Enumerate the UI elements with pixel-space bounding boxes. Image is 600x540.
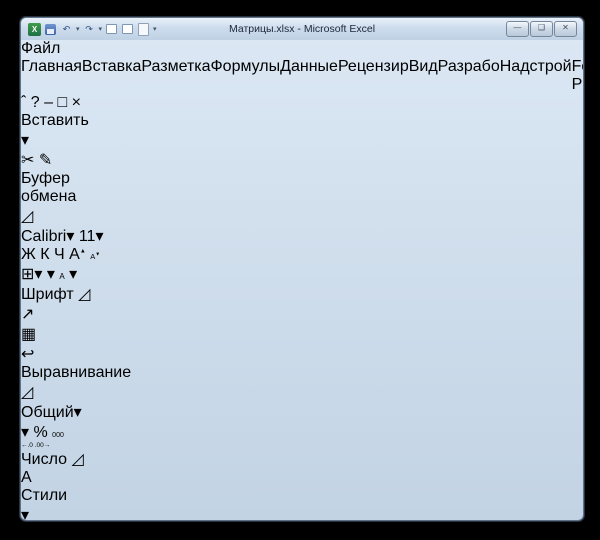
alignment-dialog-launcher-icon[interactable]: ◿ [21,384,33,401]
styles-label: Стили [21,487,68,504]
number-group: Общий▾ ▾ % 000 ←.0 .00→ Число ◿ [21,402,87,469]
styles-button[interactable]: A Стили ▾ [21,469,67,521]
ribbon-tab-3[interactable]: Формулы [211,58,281,94]
alignment-group-label: Выравнивание [21,364,132,381]
ribbon-tab-6[interactable]: Вид [409,58,438,94]
currency-format-button[interactable]: ▾ [21,424,29,441]
font-name-value: Calibri [21,228,67,245]
title-bar: X ↶ ▾ ↷ ▾ ▾ Матрицы.xlsx - Microsoft Excel… [21,18,583,40]
alignment-group: ↗ ▦ ↩ Выравнивание ◿ [21,304,131,402]
ribbon-tab-5[interactable]: Рецензир [338,58,409,94]
clipboard-dialog-launcher-icon[interactable]: ◿ [21,208,33,225]
workbook-close-icon[interactable]: × [72,94,81,111]
window-controls: — ❑ ✕ [506,21,577,37]
clipboard-group: Вставить ▾ ✂ ✎ Буфер обмена ◿ [21,112,93,226]
close-button[interactable]: ✕ [554,21,577,37]
ribbon-tabs: Главная Вставка Разметка Формулы Данные Рецен… [21,58,583,94]
font-size-value: 11 [78,228,96,245]
styles-arrow-icon: ▾ [21,507,30,521]
font-color-a-icon: А [59,272,65,281]
help-icon[interactable]: ? [31,94,40,111]
paste-label: Вставить [21,112,89,129]
workbook-restore-icon[interactable]: □ [58,94,68,111]
font-dialog-launcher-icon[interactable]: ◿ [78,286,90,303]
paste-arrow-icon: ▾ [21,132,30,149]
workbook-minimize-icon[interactable]: – [44,94,53,111]
number-group-label: Число [21,451,68,468]
shrink-font-button[interactable]: А▼ [90,252,100,262]
percent-format-button[interactable]: % [33,424,47,441]
number-format-select[interactable]: Общий▾ [21,404,82,421]
comma-format-button[interactable]: 000 [52,432,64,439]
ribbon-tab-4[interactable]: Данные [280,58,338,94]
merge-center-button[interactable]: ▦ [21,326,36,343]
ribbon-corner-controls: ˆ ? – □ × [21,94,583,112]
ribbon-tab-0[interactable]: Главная [21,58,82,94]
font-color-button[interactable]: А [59,266,69,283]
ribbon-tab-2[interactable]: Разметка [141,58,210,94]
file-tab[interactable]: Файл [21,40,60,57]
number-dialog-launcher-icon[interactable]: ◿ [71,451,83,468]
underline-button[interactable]: Ч [54,246,65,263]
cut-button[interactable]: ✂ [21,152,34,169]
styles-a-icon: A [21,469,31,486]
ribbon-tab-8[interactable]: Надстрой [500,58,572,94]
paste-button[interactable]: Вставить ▾ [21,112,93,150]
excel-window: X ↶ ▾ ↷ ▾ ▾ Матрицы.xlsx - Microsoft Excel… [20,17,584,521]
number-format-value: Общий [21,404,74,421]
decrease-decimal-button[interactable]: .00→ [35,442,51,449]
maximize-button[interactable]: ❑ [530,21,553,37]
ribbon-tab-7[interactable]: Разрабо [438,58,500,94]
increase-decimal-button[interactable]: ←.0 [21,442,33,449]
minimize-button[interactable]: — [506,21,529,37]
ribbon-tab-9[interactable]: Foxit PDF [572,58,583,94]
wrap-text-button[interactable]: ↩ [21,346,34,363]
grow-font-button[interactable]: А▲ [69,246,86,263]
borders-button[interactable]: ⊞ [21,266,34,283]
font-size-select[interactable]: 11▾ [79,228,104,245]
window-title: Матрицы.xlsx - Microsoft Excel [228,23,376,35]
styles-group: A Стили ▾ [21,469,67,521]
ribbon-tab-row: Файл Главная Вставка Разметка Формулы Данные… [21,40,583,112]
font-group-label: Шрифт [21,286,74,303]
format-painter-button[interactable]: ✎ [39,152,52,169]
font-name-select[interactable]: Calibri▾ [21,228,74,245]
italic-button[interactable]: К [40,246,49,263]
ribbon-tab-1[interactable]: Вставка [82,58,141,94]
minimize-ribbon-icon[interactable]: ˆ [21,94,26,111]
font-group: Calibri▾ 11▾ Ж К Ч А▲ А▼ ⊞▾ ▾ А ▾ Шрифт … [21,228,104,303]
ribbon: Вставить ▾ ✂ ✎ Буфер обмена ◿ Calibri▾ 1… [21,112,583,521]
orientation-button[interactable]: ↗ [21,306,34,323]
clipboard-group-label: Буфер обмена [21,170,77,205]
bold-button[interactable]: Ж [21,246,36,263]
